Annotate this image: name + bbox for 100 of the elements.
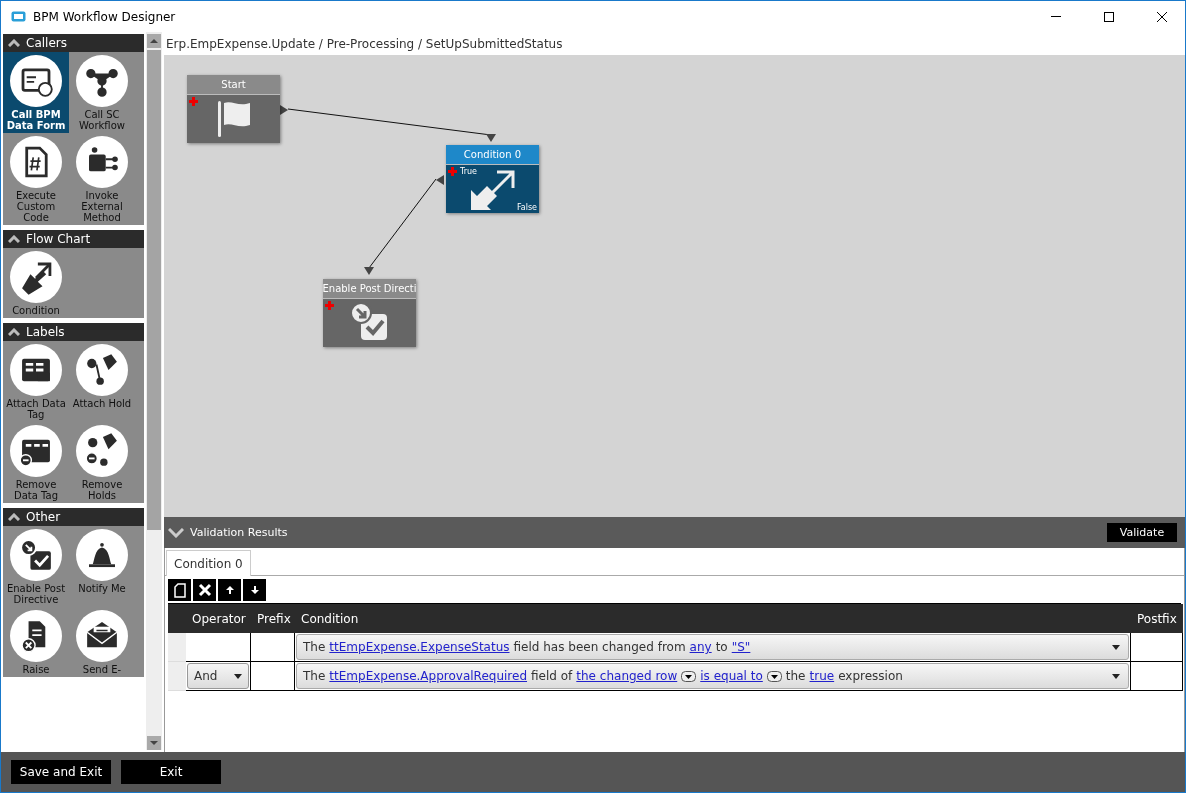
- condition-text: field of: [531, 669, 573, 683]
- palette-icon: [10, 610, 62, 662]
- palette-item-label: Remove Holds: [80, 479, 124, 501]
- section-header[interactable]: Other: [3, 508, 144, 526]
- dropdown-arrow-icon[interactable]: [1112, 644, 1120, 650]
- palette-item-label: Attach Hold: [72, 398, 132, 409]
- node-title: Start: [187, 75, 280, 95]
- palette-icon: [76, 529, 128, 581]
- palette-icon: [10, 251, 62, 303]
- scroll-up-icon[interactable]: [147, 34, 161, 48]
- breadcrumb: Erp.EmpExpense.Update / Pre-Processing / SetUpSubmittedStatus: [165, 35, 564, 53]
- palette-item[interactable]: Execute Custom Code: [3, 133, 69, 225]
- condition-link[interactable]: ttEmpExpense.ApprovalRequired: [329, 669, 528, 683]
- palette-icon: [10, 136, 62, 188]
- column-header: Operator: [186, 604, 251, 633]
- palette-icon: [10, 425, 62, 477]
- condition-link[interactable]: the changed row: [576, 669, 678, 683]
- condition-text: to: [715, 640, 728, 654]
- footer-button[interactable]: Save and Exit: [11, 760, 111, 784]
- palette-icon: [76, 425, 128, 477]
- true-label: True: [460, 167, 477, 176]
- column-header: Postfix: [1131, 604, 1183, 633]
- palette-item[interactable]: Call BPM Data Form: [3, 52, 69, 133]
- palette-item[interactable]: Raise: [3, 607, 69, 677]
- palette-item-label: Attach Data Tag: [6, 398, 66, 420]
- section-title: Other: [26, 510, 61, 524]
- dropdown-icon[interactable]: [681, 670, 697, 682]
- section-title: Flow Chart: [26, 232, 91, 246]
- palette-item[interactable]: Notify Me: [69, 526, 135, 607]
- condition-dropdown[interactable]: The ttEmpExpense.ExpenseStatus field has been changed from any to "S": [296, 634, 1129, 660]
- condition-link[interactable]: "S": [731, 640, 751, 654]
- condition-link[interactable]: ttEmpExpense.ExpenseStatus: [329, 640, 510, 654]
- chevron-icon: [8, 235, 20, 243]
- palette-item[interactable]: Call SC Workflow: [69, 52, 135, 133]
- move-up-button[interactable]: [218, 579, 241, 601]
- delete-button[interactable]: [193, 579, 216, 601]
- arrow-up-icon: [224, 585, 235, 595]
- operator-value: And: [194, 669, 219, 683]
- column-header: Condition: [295, 604, 1131, 633]
- scroll-down-icon[interactable]: [147, 736, 161, 750]
- node-title: Condition 0: [446, 145, 539, 165]
- chevron-icon: [8, 39, 20, 47]
- condition-dropdown[interactable]: The ttEmpExpense.ApprovalRequired field of the changed row is equal to the true expression: [296, 663, 1129, 689]
- dropdown-arrow-icon[interactable]: [1112, 673, 1120, 679]
- condition-text: The: [303, 640, 326, 654]
- section-title: Callers: [26, 36, 67, 50]
- palette-item[interactable]: Attach Hold: [69, 341, 135, 422]
- condition-text: expression: [838, 669, 903, 683]
- header-cell: [168, 604, 186, 633]
- close-icon: [197, 583, 212, 597]
- chevron-icon: [8, 513, 20, 521]
- palette-item[interactable]: Attach Data Tag: [3, 341, 69, 422]
- palette-item-label: Invoke External Method: [80, 190, 124, 223]
- chevron-icon[interactable]: [168, 527, 184, 538]
- palette-icon: [10, 529, 62, 581]
- app-icon: [11, 10, 26, 23]
- palette-item-label: Call SC Workflow: [78, 109, 126, 131]
- arrow-down-icon: [249, 585, 260, 595]
- new-button[interactable]: [168, 579, 191, 601]
- close-icon[interactable]: [1157, 11, 1167, 22]
- palette-item[interactable]: Enable Post Directive: [3, 526, 69, 607]
- section-header[interactable]: Callers: [3, 34, 144, 52]
- palette-item[interactable]: Remove Holds: [69, 422, 135, 503]
- section-header[interactable]: Flow Chart: [3, 230, 144, 248]
- operator-dropdown[interactable]: And: [187, 663, 249, 689]
- footer-button[interactable]: Exit: [121, 760, 221, 784]
- palette-item-label: Notify Me: [77, 583, 127, 594]
- condition-link[interactable]: any: [689, 640, 712, 654]
- palette-item-label: Execute Custom Code: [15, 190, 57, 223]
- move-down-button[interactable]: [243, 579, 266, 601]
- page-icon: [173, 582, 186, 598]
- condition-link[interactable]: is equal to: [700, 669, 763, 683]
- palette-icon: [76, 136, 128, 188]
- validation-title: Validation Results: [190, 526, 289, 539]
- condition-link[interactable]: true: [809, 669, 835, 683]
- palette-icon: [76, 55, 128, 107]
- chevron-icon: [8, 328, 20, 336]
- maximize-icon[interactable]: [1104, 11, 1114, 22]
- condition-text: The: [303, 669, 326, 683]
- palette-item-label: Condition: [11, 305, 61, 316]
- palette-icon: [76, 610, 128, 662]
- section-title: Labels: [26, 325, 65, 339]
- palette-item[interactable]: Remove Data Tag: [3, 422, 69, 503]
- scrollbar[interactable]: [146, 32, 162, 750]
- workflow-node[interactable]: Condition 0 True False: [446, 145, 539, 213]
- validate-button[interactable]: Validate: [1107, 523, 1177, 542]
- scroll-thumb[interactable]: [147, 50, 161, 530]
- palette-item[interactable]: Condition: [3, 248, 69, 318]
- section-header[interactable]: Labels: [3, 323, 144, 341]
- tab[interactable]: Condition 0: [166, 550, 251, 576]
- condition-text: field has been changed from: [513, 640, 686, 654]
- window-title: BPM Workflow Designer: [33, 9, 177, 24]
- palette-icon: [10, 344, 62, 396]
- palette-item[interactable]: Invoke External Method: [69, 133, 135, 225]
- dropdown-icon[interactable]: [766, 670, 782, 682]
- palette-icon: [10, 55, 62, 107]
- column-header: Prefix: [251, 604, 295, 633]
- dropdown-arrow-icon[interactable]: [234, 673, 242, 679]
- palette-item[interactable]: Send E-: [69, 607, 135, 677]
- palette-icon: [76, 344, 128, 396]
